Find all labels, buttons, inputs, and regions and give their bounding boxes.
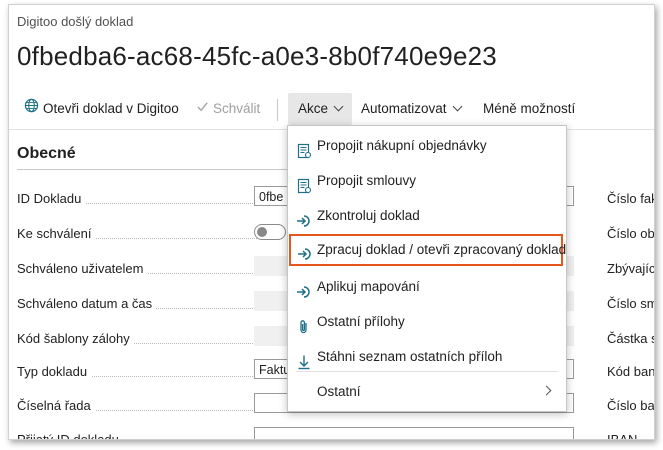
field-row-for-approval: Ke schválení [17, 226, 257, 246]
globe-icon [24, 93, 39, 125]
checkmark-icon [196, 93, 209, 125]
menu-item-label: Propojit nákupní objednávky [317, 138, 487, 153]
toolbar-divider [277, 99, 278, 121]
field-label-document-type: Typ dokladu [17, 364, 92, 379]
actions-dropdown-menu: Propojit nákupní objednávky Propojit sml… [287, 125, 567, 412]
menu-item-label: Ostatní [317, 384, 361, 399]
automate-menu-button[interactable]: Automatizovat [361, 93, 462, 125]
menu-item-apply-mapping[interactable]: Aplikuj mapování [288, 269, 566, 304]
chevron-down-icon [333, 101, 344, 112]
menu-item-check-document[interactable]: Zkontroluj doklad [288, 198, 566, 233]
right-label-bank-code: Kód ban [607, 364, 655, 379]
menu-item-link-contracts[interactable]: Propojit smlouvy [288, 163, 566, 198]
menu-item-download-attachments-list[interactable]: Stáhni seznam ostatních příloh [288, 339, 566, 374]
field-row-approved-by: Schváleno uživatelem [17, 261, 257, 281]
approve-button[interactable]: Schválit [196, 93, 260, 125]
field-label-id: ID Dokladu [17, 191, 86, 206]
menu-item-process-document[interactable]: Zpracuj doklad / otevři zpracovaný dokla… [289, 234, 567, 266]
field-row-document-type: Typ dokladu [17, 364, 257, 384]
link-document-icon [296, 172, 312, 194]
menu-item-label: Propojit smlouvy [317, 173, 417, 188]
menu-item-other-submenu[interactable]: Ostatní [288, 374, 566, 409]
menu-divider [296, 371, 558, 372]
partial-field[interactable] [254, 427, 574, 439]
menu-item-link-purchase-orders[interactable]: Propojit nákupní objednávky [288, 128, 566, 163]
download-icon [296, 348, 312, 370]
page-title: 0fbedba6-ac68-45fc-a0e3-8b0f740e9e23 [17, 41, 497, 71]
open-in-digitoo-button[interactable]: Otevři doklad v Digitoo [24, 93, 179, 125]
section-underline [17, 169, 289, 170]
toggle-knob [257, 227, 267, 237]
actions-menu-button[interactable]: Akce [288, 93, 353, 125]
section-title-general: Obecné [17, 145, 76, 162]
process-arrow-icon [296, 207, 312, 227]
open-in-digitoo-label: Otevři doklad v Digitoo [43, 101, 179, 116]
automate-label: Automatizovat [361, 101, 447, 116]
right-label-bank-number: Číslo ban [607, 398, 655, 413]
field-label-number-series: Číselná řada [17, 398, 95, 413]
field-label-approved-date: Schváleno datum a čas [17, 296, 157, 311]
right-label-iban: IBAN [607, 432, 638, 440]
actions-label: Akce [298, 101, 329, 116]
right-label-amount: Částka s [607, 331, 655, 346]
menu-item-label: Aplikuj mapování [317, 279, 420, 294]
menu-item-other-attachments[interactable]: Ostatní přílohy [288, 304, 566, 339]
menu-item-label: Stáhni seznam ostatních příloh [317, 349, 503, 364]
field-row-template-code: Kód šablony zálohy [17, 331, 257, 351]
chevron-right-icon [541, 385, 552, 396]
approve-label: Schválit [213, 101, 261, 116]
right-label-contract-number: Číslo sm [607, 296, 655, 311]
field-row-partial: Přijatý ID dokladu [17, 432, 257, 439]
paperclip-icon [296, 313, 312, 334]
page-subtitle: Digitoo došlý doklad [17, 14, 134, 29]
field-row-id: ID Dokladu [17, 191, 257, 211]
field-label-template-code: Kód šablony zálohy [17, 331, 134, 346]
menu-item-label: Zkontroluj doklad [317, 208, 420, 223]
menu-item-label: Ostatní přílohy [317, 314, 405, 329]
menu-item-label: Zpracuj doklad / otevři zpracovaný dokla… [317, 242, 567, 257]
field-row-number-series: Číselná řada [17, 398, 257, 418]
process-arrow-icon [297, 242, 313, 260]
right-label-order-number: Číslo obj [607, 226, 655, 241]
process-arrow-icon [296, 278, 312, 298]
chevron-down-icon [452, 101, 462, 112]
field-row-approved-date: Schváleno datum a čas [17, 296, 257, 316]
right-label-invoice-number: Číslo fak [607, 191, 655, 206]
field-label-partial: Přijatý ID dokladu [17, 432, 123, 439]
field-label-approved-by: Schváleno uživatelem [17, 261, 148, 276]
fewer-options-label: Méně možností [483, 101, 576, 116]
fewer-options-button[interactable]: Méně možností [483, 93, 575, 125]
field-label-for-approval: Ke schválení [17, 226, 96, 241]
link-document-icon [296, 137, 312, 159]
window-frame: Digitoo došlý doklad 0fbedba6-ac68-45fc-… [8, 4, 655, 440]
action-bar: Otevři doklad v Digitoo Schválit Akce Au… [9, 93, 654, 125]
right-label-remaining: Zbývající [607, 261, 655, 276]
for-approval-toggle[interactable] [254, 224, 286, 240]
